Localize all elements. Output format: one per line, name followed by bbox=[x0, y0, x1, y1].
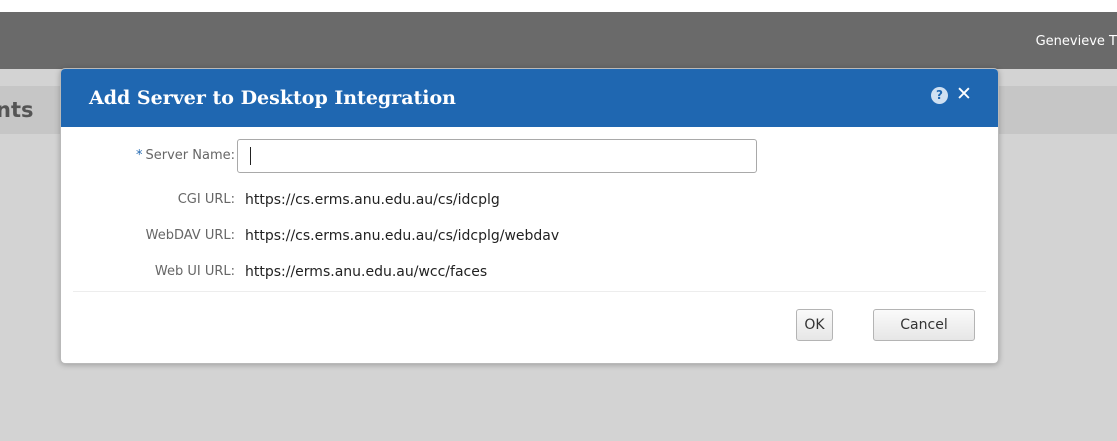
cgi-url-row: CGI URL: https://cs.erms.anu.edu.au/cs/i… bbox=[61, 189, 998, 211]
webdav-url-row: WebDAV URL: https://cs.erms.anu.edu.au/c… bbox=[61, 225, 998, 247]
dialog-title: Add Server to Desktop Integration bbox=[89, 87, 456, 109]
server-name-label: * Server Name: bbox=[136, 148, 235, 163]
ok-button[interactable]: OK bbox=[796, 309, 833, 341]
page-title: nts bbox=[0, 98, 34, 122]
dialog-footer-divider bbox=[73, 291, 986, 292]
webui-url-row: Web UI URL: https://erms.anu.edu.au/wcc/… bbox=[61, 261, 998, 283]
add-server-dialog: Add Server to Desktop Integration ? ✕ * S… bbox=[60, 68, 999, 364]
webdav-url-value: https://cs.erms.anu.edu.au/cs/idcplg/web… bbox=[245, 228, 560, 244]
top-bar: Genevieve T bbox=[0, 12, 1117, 69]
webui-url-value: https://erms.anu.edu.au/wcc/faces bbox=[245, 264, 488, 280]
webui-url-label: Web UI URL: bbox=[154, 264, 235, 279]
server-name-label-text: Server Name: bbox=[145, 148, 236, 163]
required-marker: * bbox=[136, 148, 143, 163]
cgi-url-label: CGI URL: bbox=[177, 192, 235, 207]
help-icon[interactable]: ? bbox=[931, 87, 948, 104]
webdav-url-label: WebDAV URL: bbox=[145, 228, 235, 243]
user-name[interactable]: Genevieve T bbox=[1036, 34, 1117, 49]
dialog-header: Add Server to Desktop Integration ? ✕ bbox=[61, 69, 998, 127]
text-caret bbox=[250, 147, 251, 165]
server-name-input[interactable] bbox=[237, 139, 757, 173]
cancel-button[interactable]: Cancel bbox=[873, 309, 975, 341]
close-icon[interactable]: ✕ bbox=[955, 83, 973, 105]
cgi-url-value: https://cs.erms.anu.edu.au/cs/idcplg bbox=[245, 192, 500, 208]
